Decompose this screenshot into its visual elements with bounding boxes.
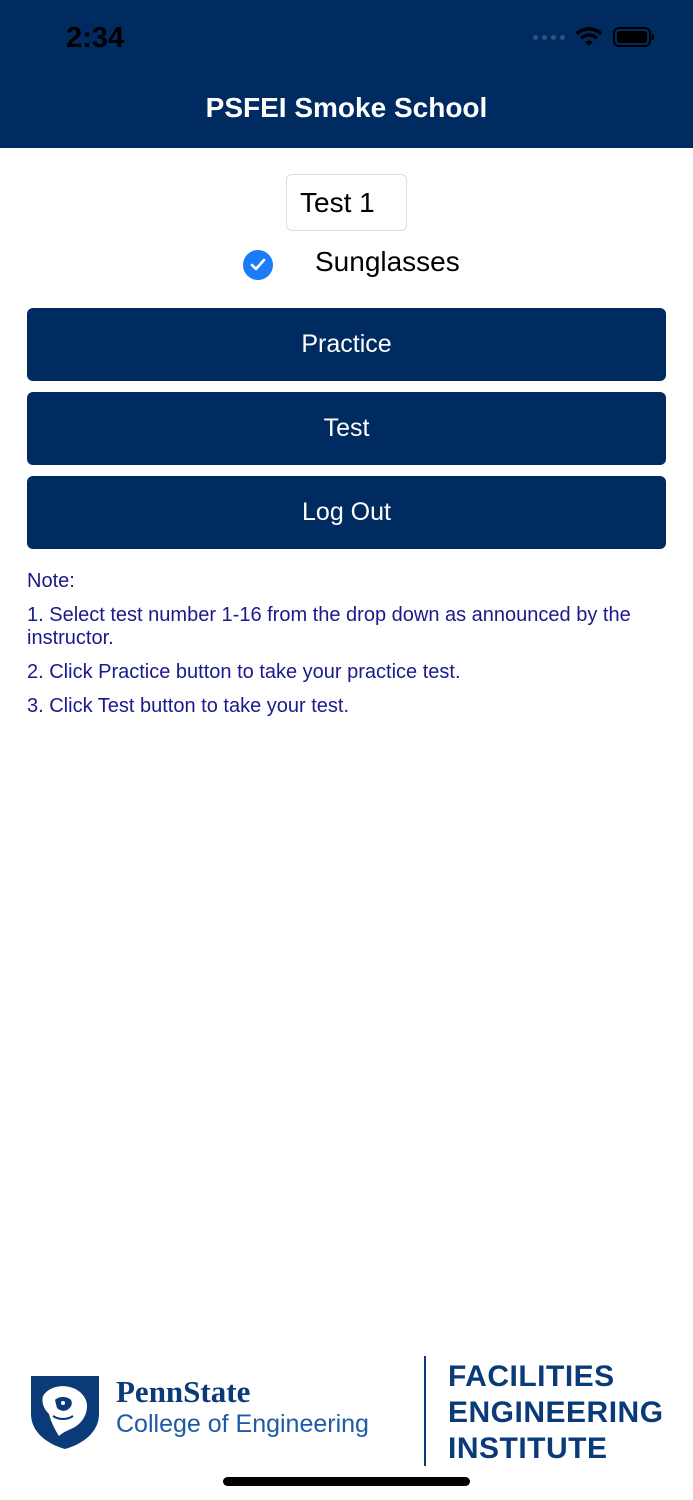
status-time: 2:34 — [66, 22, 125, 54]
note-heading: Note: — [27, 570, 75, 592]
pennstate-wordmark: PennState — [116, 1374, 251, 1409]
institute-line: FACILITIES — [448, 1360, 615, 1393]
wifi-icon — [575, 27, 603, 46]
footer-logos: PennState College of Engineering FACILIT… — [0, 1350, 693, 1470]
sunglasses-toggle[interactable]: Sunglasses — [243, 242, 460, 282]
instructions-note: Note: 1. Select test number 1-16 from th… — [27, 570, 657, 729]
status-icons — [533, 26, 655, 48]
college-name: College of Engineering — [116, 1410, 369, 1438]
note-item: 3. Click Test button to take your test. — [27, 695, 350, 717]
institute-line: ENGINEERING — [448, 1396, 664, 1429]
signal-icon — [533, 34, 565, 40]
note-item: 1. Select test number 1-16 from the drop… — [27, 604, 631, 649]
pennstate-shield-icon — [31, 1376, 99, 1449]
logo-divider — [424, 1356, 426, 1466]
page-title: PSFEI Smoke School — [205, 92, 488, 123]
institute-line: INSTITUTE — [448, 1432, 608, 1465]
home-indicator[interactable] — [223, 1477, 470, 1486]
sunglasses-label: Sunglasses — [315, 246, 460, 277]
checkmark-icon[interactable] — [243, 250, 273, 280]
note-item: 2. Click Practice button to take your pr… — [27, 661, 461, 683]
test-number-value: Test 1 — [300, 186, 375, 218]
practice-button[interactable]: Practice — [27, 308, 666, 381]
logout-button[interactable]: Log Out — [27, 476, 666, 549]
test-button[interactable]: Test — [27, 392, 666, 465]
app-header: 2:34 PSFEI Smoke School — [0, 0, 693, 148]
battery-icon — [613, 27, 654, 47]
test-number-dropdown[interactable]: Test 1 — [286, 174, 407, 231]
